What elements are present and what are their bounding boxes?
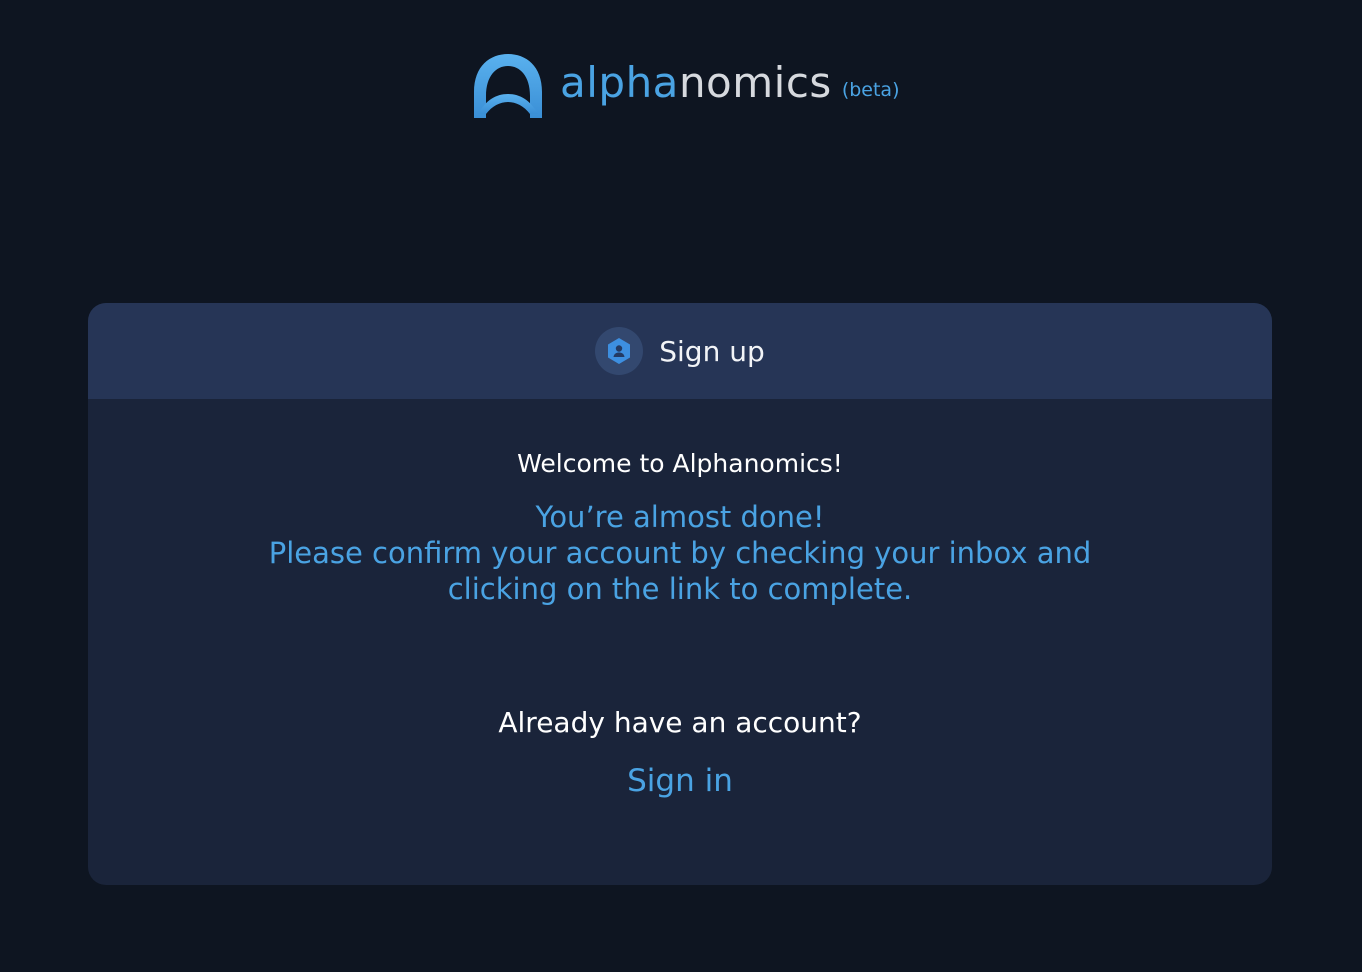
wordmark-nomics: nomics bbox=[678, 58, 832, 107]
brand-wordmark: alphanomics bbox=[560, 62, 832, 110]
card-body: Welcome to Alphanomics! You’re almost do… bbox=[88, 447, 1272, 799]
message-line: clicking on the link to complete. bbox=[447, 572, 913, 606]
page: alphanomics (beta) Sign up Welcome to Al… bbox=[0, 0, 1362, 972]
welcome-heading: Welcome to Alphanomics! bbox=[517, 449, 843, 478]
card-title: Sign up bbox=[659, 334, 765, 368]
message-line: Please confirm your account by checking … bbox=[268, 536, 1092, 570]
confirmation-message: You’re almost done! Please confirm your … bbox=[88, 499, 1272, 607]
already-account-text: Already have an account? bbox=[498, 706, 862, 739]
signup-card: Sign up Welcome to Alphanomics! You’re a… bbox=[88, 303, 1272, 885]
beta-badge: (beta) bbox=[841, 79, 900, 101]
sign-in-link[interactable]: Sign in bbox=[627, 763, 733, 799]
brand-logo[interactable]: alphanomics (beta) bbox=[472, 52, 899, 120]
alphanomics-logo-icon bbox=[474, 54, 542, 118]
message-line: You’re almost done! bbox=[535, 500, 825, 534]
wordmark-alpha: alpha bbox=[560, 58, 679, 107]
user-shield-icon bbox=[595, 327, 644, 375]
card-header: Sign up bbox=[88, 303, 1272, 399]
